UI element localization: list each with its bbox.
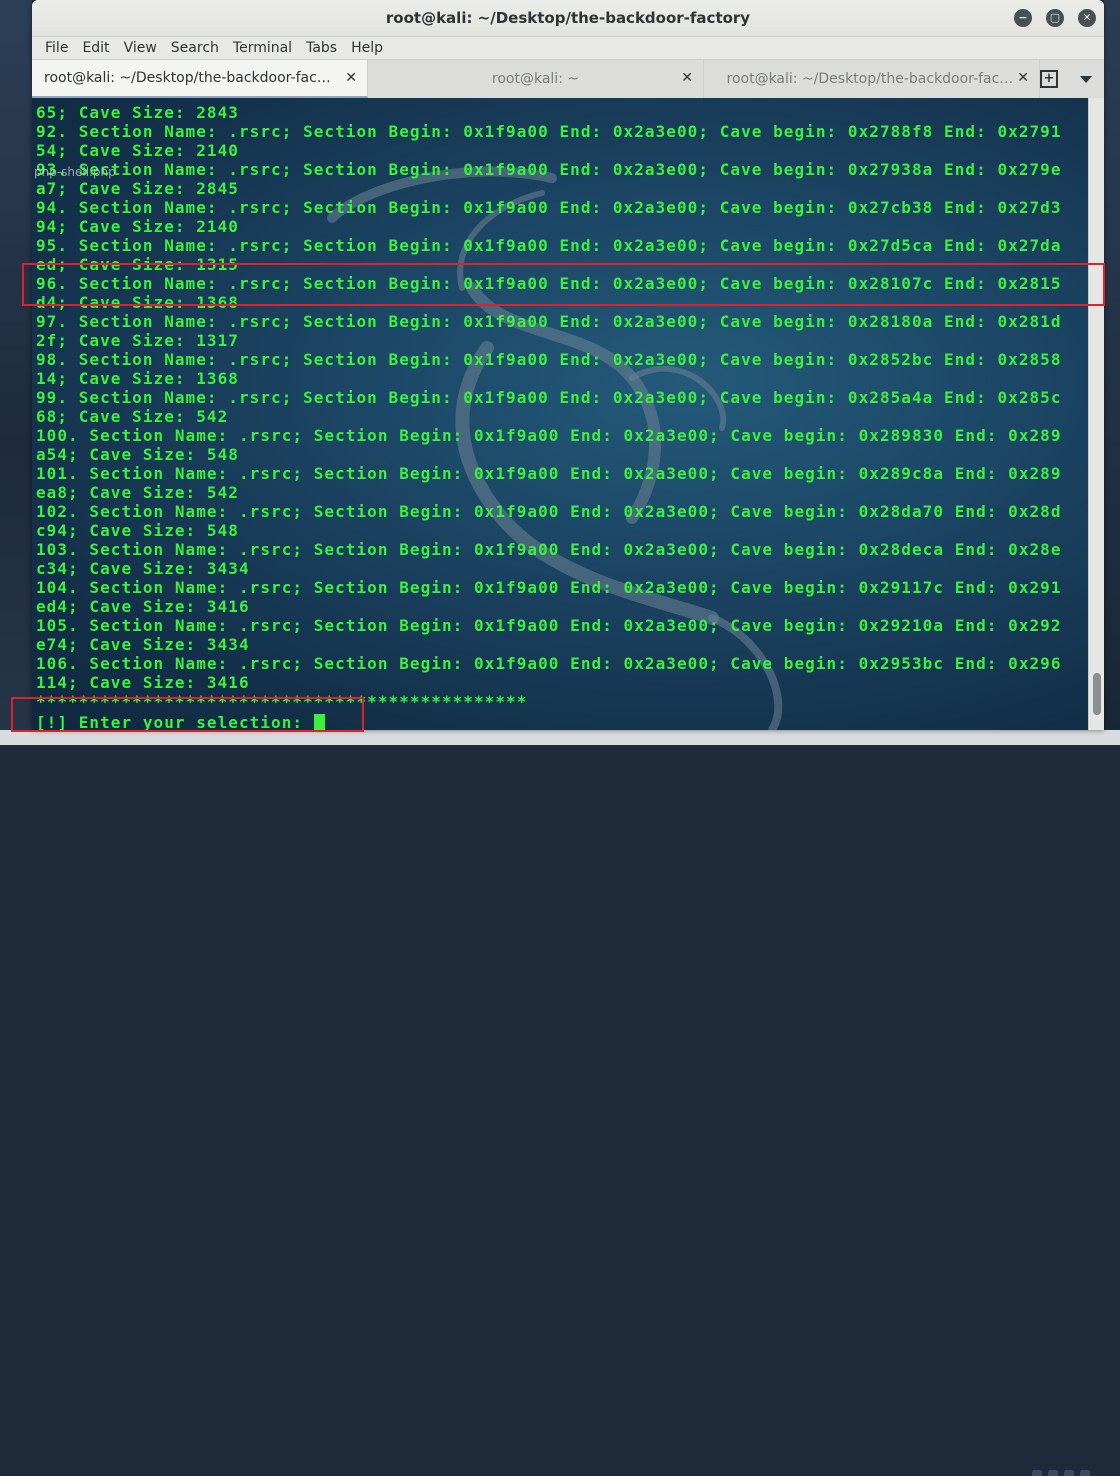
terminal-line: ea8; Cave Size: 542: [36, 483, 239, 502]
terminal-line: 103. Section Name: .rsrc; Section Begin:…: [36, 540, 1062, 559]
terminal-line: 94. Section Name: .rsrc; Section Begin: …: [36, 198, 1062, 217]
terminal-line: 102. Section Name: .rsrc; Section Begin:…: [36, 502, 1062, 521]
terminal-line: 65; Cave Size: 2843: [36, 103, 239, 122]
terminal-line: 98. Section Name: .rsrc; Section Begin: …: [36, 350, 1062, 369]
terminal-line: a7; Cave Size: 2845: [36, 179, 239, 198]
terminal-line: ed4; Cave Size: 3416: [36, 597, 250, 616]
menu-view[interactable]: View: [117, 40, 164, 56]
menu-help[interactable]: Help: [344, 40, 390, 56]
menu-edit[interactable]: Edit: [75, 40, 116, 56]
tab-root-home[interactable]: root@kali: ~ ✕: [368, 60, 704, 98]
tray-icon[interactable]: [1080, 1470, 1090, 1476]
terminal-line: 99. Section Name: .rsrc; Section Begin: …: [36, 388, 1062, 407]
terminal-text: 65; Cave Size: 2843 92. Section Name: .rs…: [36, 103, 1062, 730]
chevron-down-icon[interactable]: [1080, 75, 1092, 83]
taskbar: [0, 730, 1120, 1476]
terminal-line: 2f; Cave Size: 1317: [36, 331, 239, 350]
terminal-output[interactable]: 65; Cave Size: 2843 92. Section Name: .rs…: [32, 98, 1088, 730]
window-controls: − ▢ ✕: [1014, 9, 1096, 27]
terminal-line: 94; Cave Size: 2140: [36, 217, 239, 236]
menu-tabs[interactable]: Tabs: [299, 40, 344, 56]
title-bar[interactable]: root@kali: ~/Desktop/the-backdoor-factor…: [32, 0, 1104, 37]
terminal-line: a54; Cave Size: 548: [36, 445, 239, 464]
terminal-line: 114; Cave Size: 3416: [36, 673, 250, 692]
tab-actions: +: [1040, 60, 1104, 98]
tab-backdoor-factory-1[interactable]: root@kali: ~/Desktop/the-backdoor-fact… …: [32, 60, 368, 98]
terminal-line: 95. Section Name: .rsrc; Section Begin: …: [36, 236, 1062, 255]
tab-label: root@kali: ~: [491, 71, 580, 87]
terminal-line: 92. Section Name: .rsrc; Section Begin: …: [36, 122, 1062, 141]
menu-file[interactable]: File: [38, 40, 75, 56]
tray-icon[interactable]: [1048, 1470, 1058, 1476]
maximize-button[interactable]: ▢: [1046, 9, 1064, 27]
highlight-box-prompt: [11, 697, 364, 732]
new-tab-icon[interactable]: +: [1040, 70, 1058, 88]
terminal-line: 54; Cave Size: 2140: [36, 141, 239, 160]
terminal-line: 106. Section Name: .rsrc; Section Begin:…: [36, 654, 1062, 673]
menu-terminal[interactable]: Terminal: [226, 40, 299, 56]
terminal-line: c34; Cave Size: 3434: [36, 559, 250, 578]
close-icon[interactable]: ✕: [345, 70, 357, 86]
tab-label: root@kali: ~/Desktop/the-backdoor-fact…: [44, 70, 334, 86]
terminal-line: 104. Section Name: .rsrc; Section Begin:…: [36, 578, 1062, 597]
tab-bar: root@kali: ~/Desktop/the-backdoor-fact… …: [32, 59, 1104, 99]
desktop-file-label[interactable]: php-shell.php: [34, 165, 116, 179]
terminal-line: 68; Cave Size: 542: [36, 407, 229, 426]
scrollbar[interactable]: [1088, 98, 1104, 730]
terminal-line: 97. Section Name: .rsrc; Section Begin: …: [36, 312, 1062, 331]
menu-search[interactable]: Search: [164, 40, 226, 56]
close-icon[interactable]: ✕: [681, 70, 693, 86]
terminal-line: e74; Cave Size: 3434: [36, 635, 250, 654]
menu-bar: File Edit View Search Terminal Tabs Help: [32, 37, 1104, 59]
window-title: root@kali: ~/Desktop/the-backdoor-factor…: [385, 9, 751, 27]
tray-icons: [1032, 1470, 1090, 1476]
close-icon[interactable]: ✕: [1017, 70, 1029, 86]
desktop-background-right: [1104, 0, 1120, 745]
terminal-line: 93. Section Name: .rsrc; Section Begin: …: [36, 160, 1062, 179]
tab-label: root@kali: ~/Desktop/the-backdoor-fact…: [726, 71, 1017, 87]
terminal-line: 100. Section Name: .rsrc; Section Begin:…: [36, 426, 1062, 445]
terminal-line: 14; Cave Size: 1368: [36, 369, 239, 388]
desktop-background-left: [0, 0, 32, 745]
tray-icon[interactable]: [1032, 1470, 1042, 1476]
tray-icon[interactable]: [1064, 1470, 1074, 1476]
close-button[interactable]: ✕: [1078, 9, 1096, 27]
highlight-box-row-96: [22, 263, 1105, 306]
terminal-line: c94; Cave Size: 548: [36, 521, 239, 540]
terminal-line: 101. Section Name: .rsrc; Section Begin:…: [36, 464, 1062, 483]
minimize-button[interactable]: −: [1014, 9, 1032, 27]
scrollbar-thumb[interactable]: [1093, 673, 1101, 715]
tab-backdoor-factory-2[interactable]: root@kali: ~/Desktop/the-backdoor-fact… …: [704, 60, 1040, 98]
terminal-window: root@kali: ~/Desktop/the-backdoor-factor…: [32, 0, 1104, 730]
terminal-line: 105. Section Name: .rsrc; Section Begin:…: [36, 616, 1062, 635]
